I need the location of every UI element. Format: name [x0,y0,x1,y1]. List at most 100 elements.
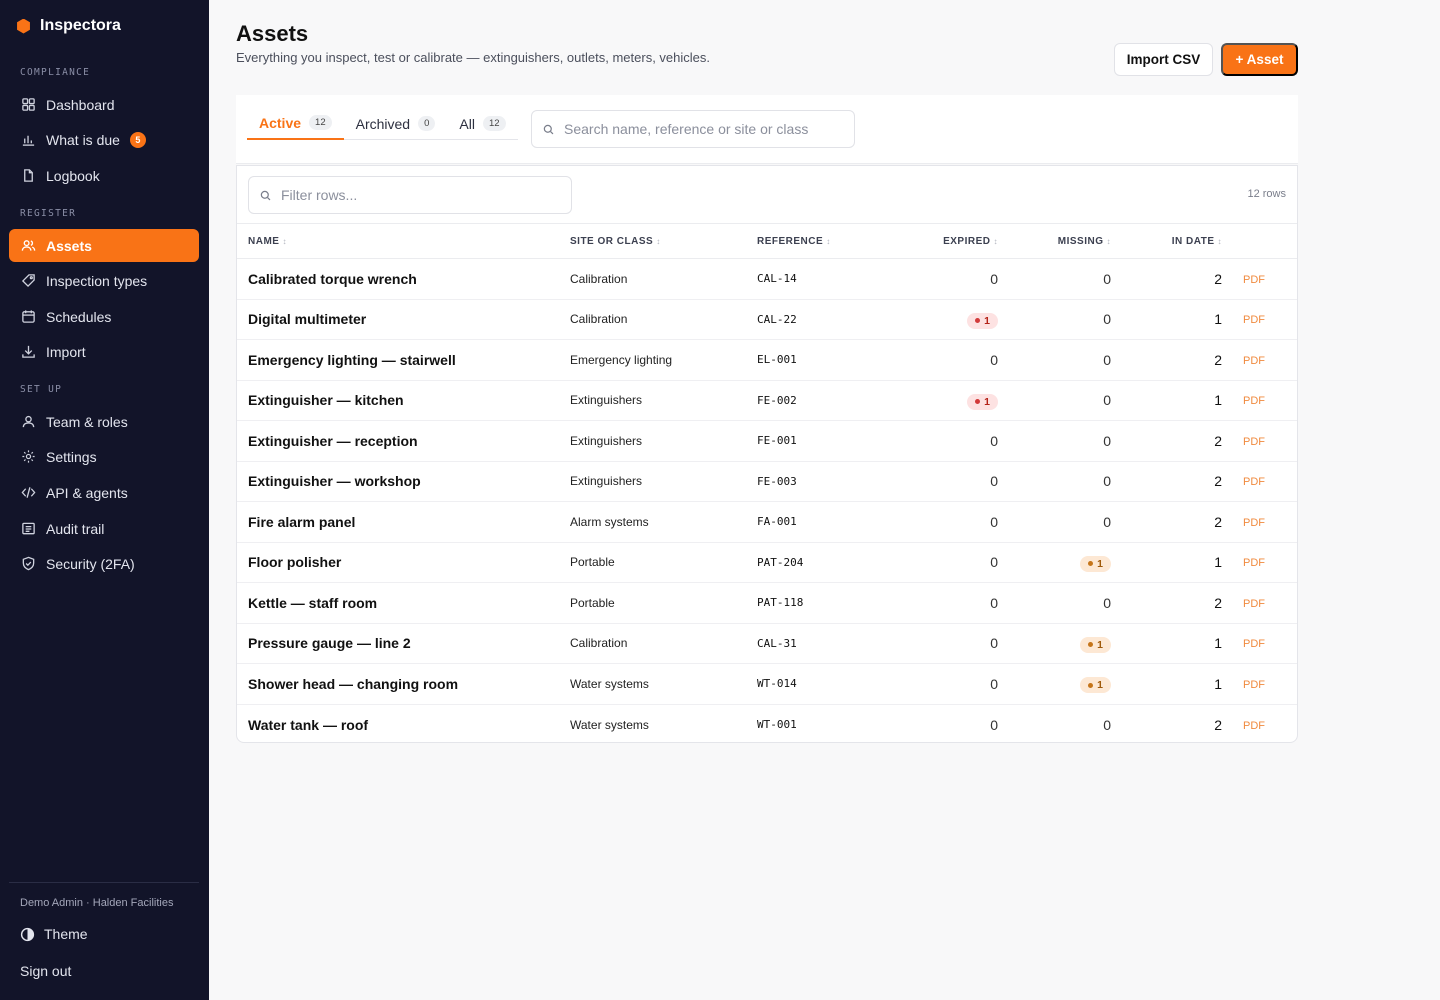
missing-cell: 1 [998,542,1111,583]
table-row[interactable]: Pressure gauge — line 2 Calibration CAL-31… [237,623,1297,664]
expired-count: 0 [990,675,998,692]
pdf-cell: PDF [1222,704,1297,745]
asset-name[interactable]: Calibrated torque wrench [237,259,570,300]
column-header-reference[interactable]: REFERENCE ↕ [757,224,895,259]
pdf-link[interactable]: PDF [1222,598,1265,610]
pdf-link[interactable]: PDF [1222,557,1265,569]
expired-count: 0 [990,432,998,449]
sidebar-item-settings[interactable]: Settings [9,440,199,473]
expired-cell: 1 [895,299,998,340]
asset-reference: PAT-118 [757,596,804,610]
pdf-link[interactable]: PDF [1222,274,1265,286]
add-asset-button[interactable]: + Asset [1221,43,1298,76]
asset-site: Calibration [570,312,628,327]
missing-count: 0 [1103,473,1111,490]
missing-count: 0 [1103,432,1111,449]
asset-name[interactable]: Kettle — staff room [237,583,570,624]
column-header-expired[interactable]: EXPIRED ↕ [895,224,998,259]
table-row[interactable]: Kettle — staff room Portable PAT-118 0 0 2 PDF [237,583,1297,624]
asset-name[interactable]: Emergency lighting — stairwell [237,340,570,381]
pdf-link[interactable]: PDF [1222,436,1265,448]
in-date-count: 1 [1214,675,1222,692]
import-csv-button[interactable]: Import CSV [1114,43,1213,76]
sidebar-item-schedules[interactable]: Schedules [9,300,199,333]
code-icon [21,487,36,498]
sidebar-item-import[interactable]: Import [9,335,199,368]
table-row[interactable]: Extinguisher — workshop Extinguishers FE-0… [237,461,1297,502]
asset-site: Extinguishers [570,433,643,448]
sort-icon: ↕ [656,236,661,246]
tab-count-badge: 0 [418,116,436,131]
tab-all[interactable]: All 12 [447,107,517,140]
tab-active[interactable]: Active 12 [247,107,344,140]
table-row[interactable]: Fire alarm panel Alarm systems FA-001 0 0 2 PD… [237,502,1297,543]
pdf-cell: PDF [1222,623,1297,664]
table-row[interactable]: Emergency lighting — stairwell Emergency … [237,340,1297,381]
missing-cell: 0 [998,380,1111,421]
filter-rows-input[interactable] [281,187,551,203]
asset-name[interactable]: Shower head — changing room [237,664,570,705]
table-row[interactable]: Digital multimeter Calibration CAL-22 1 0 1 PD… [237,299,1297,340]
sidebar-item-dashboard[interactable]: Dashboard [9,88,199,121]
asset-name[interactable]: Fire alarm panel [237,502,570,543]
table-row[interactable]: Calibrated torque wrench Calibration CAL-1… [237,259,1297,300]
pdf-link[interactable]: PDF [1222,720,1265,732]
missing-count: 0 [1103,351,1111,368]
table-header-row: NAME ↕ SITE OR CLASS ↕ REFERENCE ↕ EXPIRED ↕… [237,223,1297,259]
expired-count: 0 [990,554,998,571]
theme-toggle-button[interactable]: Theme [20,926,88,942]
expired-count: 0 [990,635,998,652]
sidebar-item-audit-trail[interactable]: Audit trail [9,512,199,545]
sidebar-item-label: Schedules [46,308,112,325]
sidebar-item-what-is-due[interactable]: What is due 5 [9,123,199,156]
asset-name[interactable]: Floor polisher [237,542,570,583]
sidebar-item-logbook[interactable]: Logbook [9,159,199,192]
column-header-name[interactable]: NAME ↕ [237,224,570,259]
table-row[interactable]: Floor polisher Portable PAT-204 0 1 1 PDF [237,542,1297,583]
missing-cell: 0 [998,583,1111,624]
sidebar-item-inspection-types[interactable]: Inspection types [9,264,199,297]
sidebar-item-api-agents[interactable]: API & agents [9,476,199,509]
table-row[interactable]: Water tank — roof Water systems WT-001 0 0 2 P… [237,704,1297,745]
asset-name[interactable]: Extinguisher — reception [237,421,570,462]
sidebar-item-label: Import [46,343,86,360]
sidebar-item-security[interactable]: Security (2FA) [9,547,199,580]
missing-count: 1 [1097,679,1103,691]
table-row[interactable]: Shower head — changing room Water systems… [237,664,1297,705]
pdf-cell: PDF [1222,664,1297,705]
sidebar-item-team-roles[interactable]: Team & roles [9,405,199,438]
sidebar-item-assets[interactable]: Assets [9,229,199,262]
asset-name[interactable]: Pressure gauge — line 2 [237,623,570,664]
brand[interactable]: Inspectora [16,17,121,35]
column-header-site[interactable]: SITE OR CLASS ↕ [570,224,757,259]
pdf-link[interactable]: PDF [1222,314,1265,326]
table-row[interactable]: Extinguisher — reception Extinguishers FE-… [237,421,1297,462]
search-input[interactable] [564,121,834,137]
section-label-register: REGISTER [20,208,77,219]
in-date-count: 2 [1214,473,1222,490]
missing-count: 0 [1103,716,1111,733]
pdf-link[interactable]: PDF [1222,355,1265,367]
pdf-link[interactable]: PDF [1222,395,1265,407]
asset-name[interactable]: Extinguisher — kitchen [237,380,570,421]
column-header-missing[interactable]: MISSING ↕ [998,224,1111,259]
asset-reference: WT-014 [757,677,797,691]
list-icon [22,522,35,535]
asset-name[interactable]: Extinguisher — workshop [237,461,570,502]
pdf-link[interactable]: PDF [1222,476,1265,488]
sign-out-link[interactable]: Sign out [20,963,71,979]
pdf-link[interactable]: PDF [1222,517,1265,529]
missing-cell: 1 [998,623,1111,664]
status-dot [1088,682,1094,688]
missing-cell: 0 [998,259,1111,300]
tab-archived[interactable]: Archived 0 [344,107,448,140]
expired-cell: 0 [895,421,998,462]
pdf-link[interactable]: PDF [1222,638,1265,650]
asset-name[interactable]: Water tank — roof [237,704,570,745]
asset-name[interactable]: Digital multimeter [237,299,570,340]
status-dot [975,318,981,323]
pdf-link[interactable]: PDF [1222,679,1265,691]
column-header-in-date[interactable]: IN DATE ↕ [1111,224,1222,259]
table-row[interactable]: Extinguisher — kitchen Extinguishers FE-00… [237,380,1297,421]
asset-site: Calibration [570,271,628,286]
